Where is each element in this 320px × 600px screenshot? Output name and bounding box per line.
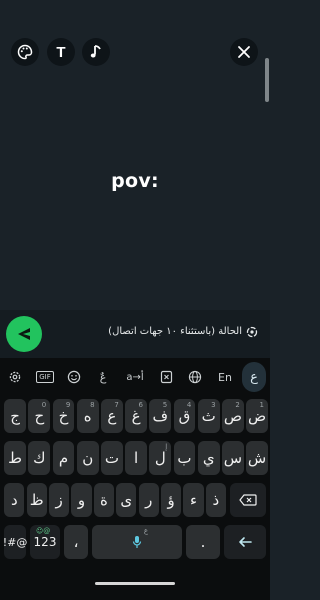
transliteration-button[interactable]: a→أ (123, 369, 147, 385)
key-ج[interactable]: ج (4, 399, 26, 433)
key-و[interactable]: و (71, 483, 92, 517)
key-ع[interactable]: ع7 (101, 399, 123, 433)
key-ة[interactable]: ة (93, 483, 114, 517)
microphone-icon (132, 536, 142, 548)
clipboard-icon (160, 370, 172, 384)
key-ق[interactable]: ق4 (173, 399, 196, 433)
key-م[interactable]: م (52, 441, 75, 475)
clipboard-button[interactable] (157, 369, 175, 385)
enter-arrow-icon (239, 537, 252, 547)
key-ت[interactable]: ت (101, 441, 123, 475)
period-key[interactable]: . (186, 525, 220, 559)
backspace-icon (239, 494, 257, 506)
symbols-key[interactable]: !#@ (3, 525, 27, 559)
globe-icon (188, 370, 202, 384)
arabic-language-button[interactable]: ع (242, 362, 266, 392)
send-button[interactable] (6, 316, 42, 352)
diacritics-button[interactable]: عٌ (94, 369, 112, 385)
key-ذ[interactable]: ذ (205, 483, 226, 517)
key-ه[interactable]: ه8 (76, 399, 99, 433)
text-style-button[interactable]: T (47, 38, 75, 66)
emoji-icon (67, 370, 81, 384)
status-editor-canvas[interactable]: T pov: (0, 0, 270, 310)
key-ك[interactable]: ك (28, 441, 51, 475)
key-غ[interactable]: غ6 (125, 399, 147, 433)
key-ح[interactable]: ح0 (28, 399, 51, 433)
system-navigation-bar (0, 568, 270, 600)
key-ظ[interactable]: ظ (26, 483, 47, 517)
text-icon: T (56, 43, 66, 61)
key-د[interactable]: د (4, 483, 25, 517)
key-ل[interactable]: لإ (149, 441, 172, 475)
close-icon (238, 46, 250, 58)
key-ف[interactable]: ف5 (149, 399, 172, 433)
key-ي[interactable]: ي (197, 441, 220, 475)
key-ى[interactable]: ى (116, 483, 137, 517)
keyboard-settings-button[interactable] (6, 369, 24, 385)
key-ب[interactable]: ب (173, 441, 196, 475)
gif-button[interactable]: GIF (35, 369, 55, 385)
music-note-icon (90, 45, 101, 58)
status-text-caption[interactable]: pov: (0, 170, 270, 192)
key-ؤ[interactable]: ؤ (161, 483, 182, 517)
key-ط[interactable]: ط (4, 441, 26, 475)
enter-key[interactable] (224, 525, 266, 559)
backspace-key[interactable] (230, 483, 266, 517)
key-ء[interactable]: ء (183, 483, 204, 517)
key-ر[interactable]: ر (138, 483, 159, 517)
scrollbar-thumb[interactable] (265, 58, 269, 102)
numbers-key[interactable]: 123 ☺@ (30, 525, 60, 559)
palette-icon (17, 44, 33, 60)
gear-icon (9, 371, 21, 383)
key-ا[interactable]: ا (125, 441, 147, 475)
comma-key[interactable]: ، (64, 525, 88, 559)
status-ring-icon[interactable] (246, 326, 258, 338)
english-language-button[interactable]: En (214, 369, 236, 385)
send-icon (18, 328, 30, 340)
space-key[interactable]: ع (92, 525, 182, 559)
key-ص[interactable]: ص2 (222, 399, 244, 433)
music-button[interactable] (82, 38, 110, 66)
key-ن[interactable]: ن (76, 441, 99, 475)
key-ش[interactable]: ش (246, 441, 268, 475)
status-audience-label[interactable]: الحالة (باستثناء ١٠ جهات اتصال) (108, 326, 242, 337)
key-ز[interactable]: ز (49, 483, 70, 517)
key-ث[interactable]: ث3 (197, 399, 220, 433)
keyboard-toolbar: GIF عٌ a→أ En ع (0, 358, 270, 396)
key-ض[interactable]: ض1 (246, 399, 268, 433)
key-خ[interactable]: خ9 (52, 399, 75, 433)
close-button[interactable] (230, 38, 258, 66)
home-gesture-handle[interactable] (95, 582, 175, 585)
emoji-button[interactable] (65, 369, 83, 385)
keyboard: GIF عٌ a→أ En ع ض1ص2ث3ق4ف5غ6 ع 7 ه 8 خ 9 … (0, 358, 270, 568)
key-س[interactable]: س (222, 441, 244, 475)
palette-button[interactable] (11, 38, 39, 66)
language-globe-button[interactable] (186, 369, 204, 385)
